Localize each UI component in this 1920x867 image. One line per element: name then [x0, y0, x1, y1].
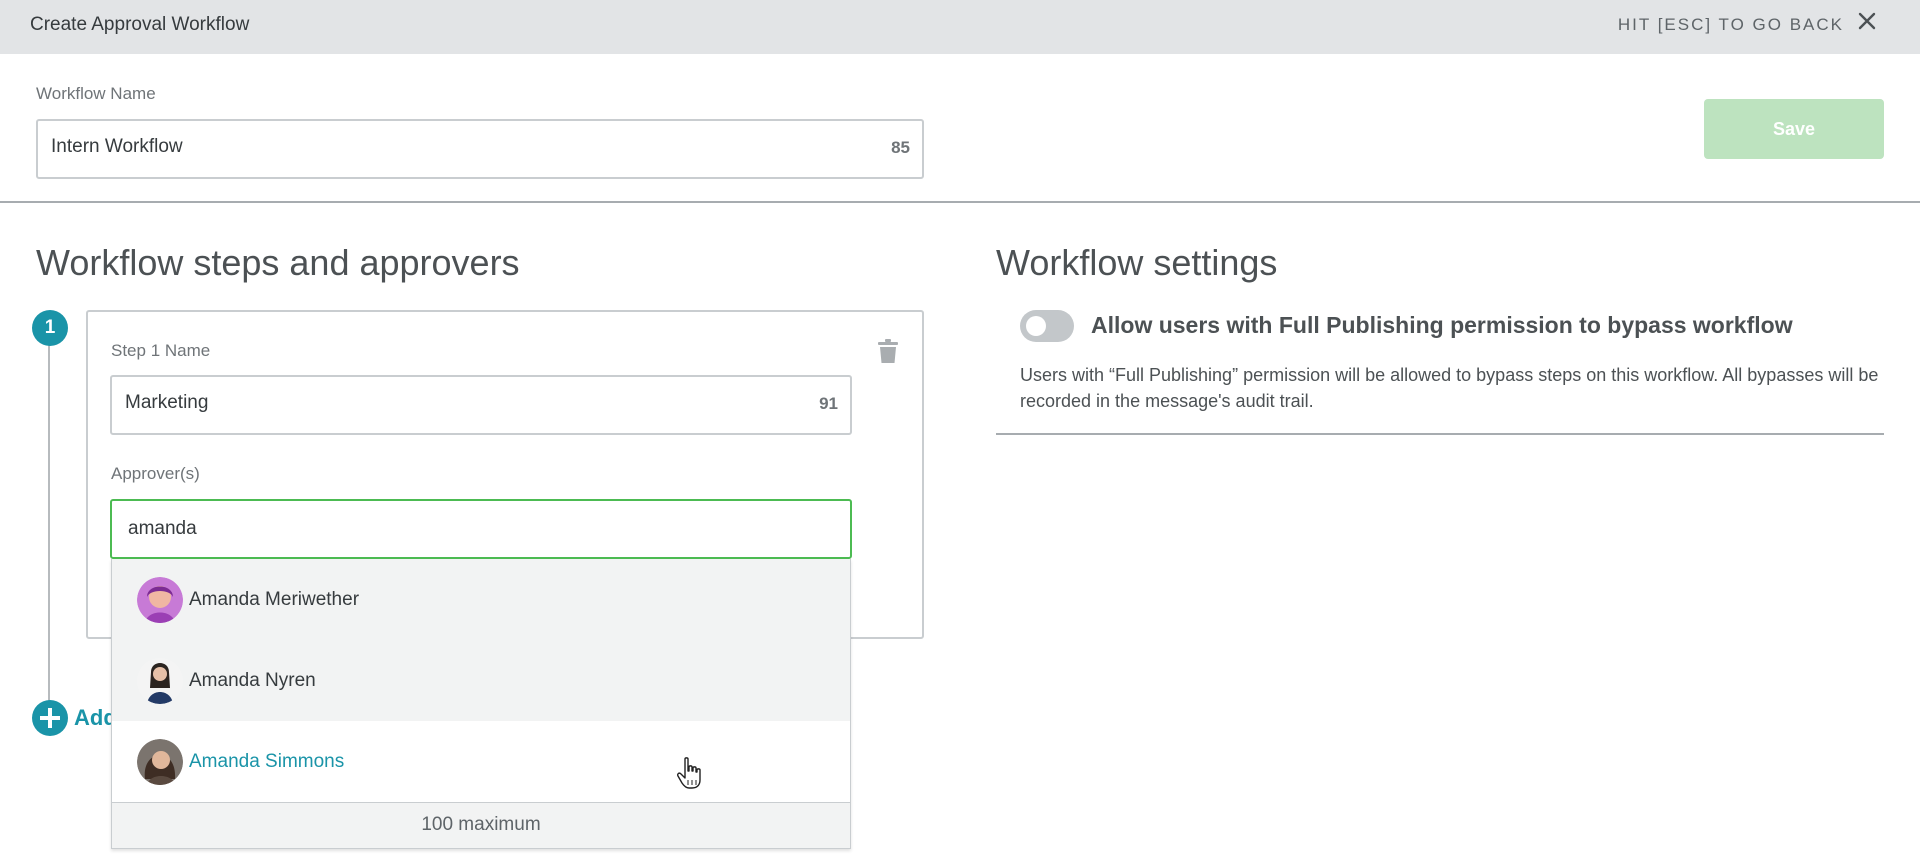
toggle-knob	[1026, 316, 1046, 336]
approver-search-input[interactable]: amanda	[110, 499, 852, 559]
steps-section-title: Workflow steps and approvers	[36, 242, 520, 283]
plus-circle-icon	[32, 700, 68, 736]
trash-icon[interactable]	[876, 338, 900, 364]
approver-option[interactable]: Amanda Simmons	[112, 721, 850, 802]
settings-divider	[996, 433, 1884, 435]
header-divider	[0, 201, 1920, 203]
approver-option-name: Amanda Nyren	[189, 669, 316, 691]
step-timeline	[48, 340, 50, 710]
esc-hint[interactable]: HIT [ESC] TO GO BACK	[1618, 15, 1844, 35]
approver-option-name: Amanda Meriwether	[189, 588, 360, 610]
bypass-setting-label: Allow users with Full Publishing permiss…	[1091, 312, 1793, 338]
approver-search-value: amanda	[128, 518, 197, 539]
step-name-char-count: 91	[819, 394, 838, 413]
top-bar: Create Approval Workflow HIT [ESC] TO GO…	[0, 0, 1920, 54]
approver-option[interactable]: Amanda Meriwether	[112, 559, 850, 640]
add-step-button[interactable]: Add	[32, 700, 117, 736]
avatar	[137, 576, 183, 623]
workflow-name-input[interactable]: Intern Workflow 85	[36, 119, 924, 179]
workflow-name-label: Workflow Name	[36, 84, 156, 103]
approver-limit-note: 100 maximum	[112, 802, 850, 848]
step-number-badge: 1	[32, 310, 68, 346]
hand-pointer-icon	[677, 757, 701, 789]
approver-option[interactable]: Amanda Nyren	[112, 640, 850, 721]
step-name-label: Step 1 Name	[111, 341, 211, 360]
workflow-name-char-count: 85	[891, 138, 910, 157]
avatar	[137, 738, 183, 785]
workflow-name-value: Intern Workflow	[51, 136, 183, 157]
close-icon[interactable]	[1856, 10, 1878, 32]
step-name-input[interactable]: Marketing 91	[110, 375, 852, 435]
approver-option-name: Amanda Simmons	[189, 750, 345, 772]
avatar	[137, 657, 183, 704]
step-name-value: Marketing	[125, 392, 209, 413]
save-button[interactable]: Save	[1704, 99, 1884, 159]
page-title: Create Approval Workflow	[30, 14, 250, 35]
bypass-setting-description: Users with “Full Publishing” permission …	[1020, 365, 1879, 411]
approver-dropdown: Amanda Meriwether Amanda Nyren Amanda Si…	[111, 559, 851, 849]
approvers-label: Approver(s)	[111, 464, 200, 483]
settings-section-title: Workflow settings	[996, 242, 1278, 283]
bypass-toggle[interactable]	[1020, 310, 1074, 342]
